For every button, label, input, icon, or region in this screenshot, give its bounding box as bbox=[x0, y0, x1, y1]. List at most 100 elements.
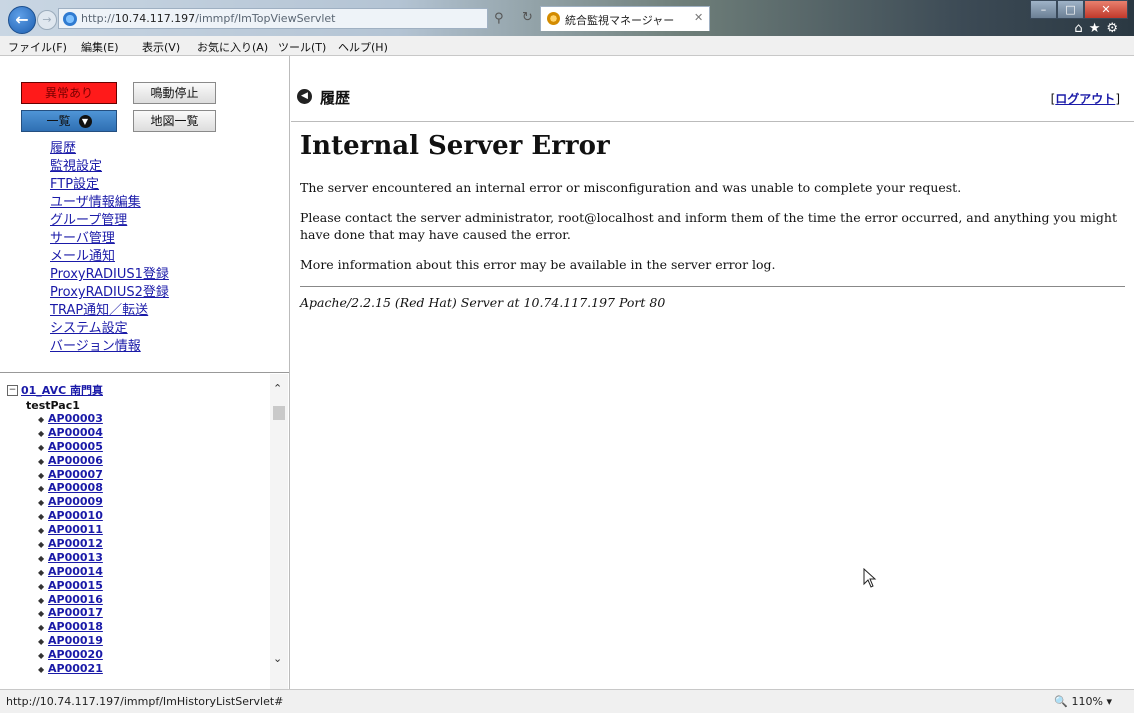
ap-list-item: ◆ AP00003 bbox=[38, 412, 103, 426]
menu-bar: ファイル(F) 編集(E) 表示(V) お気に入り(A) ツール(T) ヘルプ(… bbox=[0, 36, 1134, 56]
menu-help[interactable]: ヘルプ(H) bbox=[338, 39, 388, 55]
ap-link[interactable]: AP00020 bbox=[48, 648, 103, 661]
logout-link[interactable]: ログアウト bbox=[1055, 92, 1115, 106]
sidebar-link-history[interactable]: 履歴 bbox=[50, 140, 169, 158]
sidebar-link-user-edit[interactable]: ユーザ情報編集 bbox=[50, 194, 169, 212]
ap-list-item: ◆ AP00006 bbox=[38, 454, 103, 468]
device-bullet-icon: ◆ bbox=[38, 567, 45, 577]
device-bullet-icon: ◆ bbox=[38, 623, 45, 633]
minimize-icon[interactable]: – bbox=[1030, 0, 1057, 19]
ap-link[interactable]: AP00004 bbox=[48, 426, 103, 439]
ap-link[interactable]: AP00007 bbox=[48, 468, 103, 481]
ap-link[interactable]: AP00009 bbox=[48, 495, 103, 508]
ap-link[interactable]: AP00019 bbox=[48, 634, 103, 647]
sidebar-link-group-management[interactable]: グループ管理 bbox=[50, 212, 169, 230]
logout-bracket-close: ] bbox=[1115, 92, 1120, 106]
device-bullet-icon: ◆ bbox=[38, 442, 45, 452]
device-bullet-icon: ◆ bbox=[38, 526, 45, 536]
menu-favorites[interactable]: お気に入り(A) bbox=[197, 39, 268, 55]
sidebar-link-version-info[interactable]: バージョン情報 bbox=[50, 338, 169, 356]
ap-link[interactable]: AP00012 bbox=[48, 537, 103, 550]
close-icon[interactable]: ✕ bbox=[1084, 0, 1128, 19]
ap-list-item: ◆ AP00011 bbox=[38, 523, 103, 537]
tree-root: −01_AVC 南門真 bbox=[7, 382, 103, 398]
settings-gear-icon[interactable]: ⚙ bbox=[1106, 21, 1124, 36]
url-text: http://10.74.117.197/immpf/ImTopViewServ… bbox=[81, 12, 336, 25]
scrollbar-thumb[interactable] bbox=[273, 406, 285, 420]
sidebar-link-trap[interactable]: TRAP通知／転送 bbox=[50, 302, 169, 320]
ap-link[interactable]: AP00015 bbox=[48, 579, 103, 592]
ie-page-icon bbox=[63, 12, 77, 26]
tree-root-link[interactable]: 01_AVC 南門真 bbox=[21, 384, 103, 397]
menu-edit[interactable]: 編集(E) bbox=[81, 39, 119, 55]
mouse-cursor-icon bbox=[863, 568, 877, 588]
list-button-label: 一覧 bbox=[46, 114, 71, 128]
browser-tab[interactable]: 統合監視マネージャー ✕ bbox=[540, 6, 710, 31]
device-bullet-icon: ◆ bbox=[38, 540, 45, 550]
ap-list: ◆ AP00003 ◆ AP00004 ◆ AP00005 ◆ AP00006 ◆ AP00007… bbox=[38, 412, 103, 676]
device-bullet-icon: ◆ bbox=[38, 484, 45, 494]
ap-list-item: ◆ AP00016 bbox=[38, 593, 103, 607]
ap-link[interactable]: AP00003 bbox=[48, 412, 103, 425]
ap-list-item: ◆ AP00017 bbox=[38, 606, 103, 620]
ap-link[interactable]: AP00006 bbox=[48, 454, 103, 467]
device-bullet-icon: ◆ bbox=[38, 470, 45, 480]
ap-list-item: ◆ AP00018 bbox=[38, 620, 103, 634]
ap-link[interactable]: AP00010 bbox=[48, 509, 103, 522]
error-log-message: More information about this error may be… bbox=[300, 257, 776, 272]
ap-list-item: ◆ AP00019 bbox=[38, 634, 103, 648]
logout-container: [ログアウト] bbox=[1051, 90, 1120, 107]
forward-arrow-icon[interactable]: → bbox=[37, 10, 57, 30]
sidebar-link-proxyradius1[interactable]: ProxyRADIUS1登録 bbox=[50, 266, 169, 284]
error-contact-message: Please contact the server administrator,… bbox=[300, 210, 1117, 242]
tree-scrollbar[interactable]: ⌃ ⌄ bbox=[270, 374, 288, 689]
favorites-star-icon[interactable]: ★ bbox=[1089, 21, 1107, 36]
alarm-button[interactable]: 異常あり bbox=[21, 82, 117, 104]
ap-link[interactable]: AP00016 bbox=[48, 593, 103, 606]
address-bar[interactable]: http://10.74.117.197/immpf/ImTopViewServ… bbox=[58, 8, 488, 29]
stop-alarm-button[interactable]: 鳴動停止 bbox=[133, 82, 216, 104]
tree-group-label: testPac1 bbox=[26, 399, 80, 412]
sidebar-link-proxyradius2[interactable]: ProxyRADIUS2登録 bbox=[50, 284, 169, 302]
sidebar-link-ftp-settings[interactable]: FTP設定 bbox=[50, 176, 169, 194]
menu-file[interactable]: ファイル(F) bbox=[8, 39, 67, 55]
ap-link[interactable]: AP00017 bbox=[48, 606, 103, 619]
ap-list-item: ◆ AP00014 bbox=[38, 565, 103, 579]
back-circle-icon[interactable]: ◀ bbox=[297, 89, 312, 104]
refresh-icon[interactable]: ↻ bbox=[522, 10, 533, 25]
window-controls: – □ ✕ bbox=[1030, 0, 1128, 20]
ap-link[interactable]: AP00018 bbox=[48, 620, 103, 633]
page-header: ◀ 履歴 [ログアウト] bbox=[291, 56, 1134, 122]
menu-view[interactable]: 表示(V) bbox=[142, 39, 180, 55]
menu-tools[interactable]: ツール(T) bbox=[278, 39, 326, 55]
sidebar-link-mail-notification[interactable]: メール通知 bbox=[50, 248, 169, 266]
maximize-icon[interactable]: □ bbox=[1057, 0, 1084, 19]
device-bullet-icon: ◆ bbox=[38, 553, 45, 563]
tab-close-icon[interactable]: ✕ bbox=[694, 11, 703, 24]
search-icon[interactable]: ⚲ bbox=[494, 11, 504, 26]
page-content: 異常あり 鳴動停止 一覧 ▼ 地図一覧 履歴 監視設定 FTP設定 ユーザ情報編集… bbox=[0, 56, 1134, 689]
map-list-button[interactable]: 地図一覧 bbox=[133, 110, 216, 132]
collapse-icon[interactable]: − bbox=[7, 385, 18, 396]
sidebar-link-monitor-settings[interactable]: 監視設定 bbox=[50, 158, 169, 176]
device-bullet-icon: ◆ bbox=[38, 651, 45, 661]
back-arrow-icon[interactable]: ← bbox=[8, 6, 36, 34]
ap-link[interactable]: AP00021 bbox=[48, 662, 103, 675]
chevron-down-icon[interactable]: ⌄ bbox=[273, 652, 282, 665]
browser-toolbar-icons: ⌂★⚙ bbox=[1074, 21, 1124, 36]
list-dropdown-button[interactable]: 一覧 ▼ bbox=[21, 110, 117, 132]
sidebar-menu-panel: 異常あり 鳴動停止 一覧 ▼ 地図一覧 履歴 監視設定 FTP設定 ユーザ情報編集… bbox=[0, 56, 289, 373]
sidebar-link-system-settings[interactable]: システム設定 bbox=[50, 320, 169, 338]
chevron-up-icon[interactable]: ⌃ bbox=[273, 382, 282, 395]
ap-link[interactable]: AP00005 bbox=[48, 440, 103, 453]
ap-link[interactable]: AP00013 bbox=[48, 551, 103, 564]
divider bbox=[300, 286, 1125, 287]
home-icon[interactable]: ⌂ bbox=[1074, 21, 1088, 36]
ap-list-item: ◆ AP00009 bbox=[38, 495, 103, 509]
ap-link[interactable]: AP00008 bbox=[48, 481, 103, 494]
ap-link[interactable]: AP00011 bbox=[48, 523, 103, 536]
zoom-control[interactable]: 🔍 110% ▾ bbox=[1054, 695, 1112, 708]
sidebar: 異常あり 鳴動停止 一覧 ▼ 地図一覧 履歴 監視設定 FTP設定 ユーザ情報編集… bbox=[0, 56, 290, 689]
sidebar-link-server-management[interactable]: サーバ管理 bbox=[50, 230, 169, 248]
ap-link[interactable]: AP00014 bbox=[48, 565, 103, 578]
